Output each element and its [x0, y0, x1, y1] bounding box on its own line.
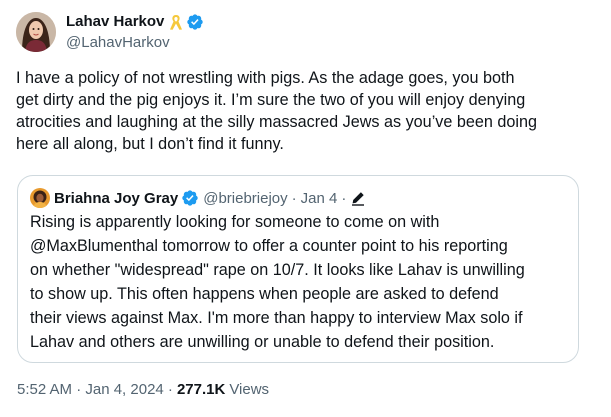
tweet-text: I have a policy of not wrestling with pi… — [16, 69, 537, 153]
author-avatar[interactable] — [16, 12, 56, 52]
views-count: 277.1K — [176, 381, 226, 398]
quoted-author-handle[interactable]: @briebriejoy — [203, 190, 287, 207]
edit-pencil-icon[interactable] — [350, 190, 366, 206]
meta-separator: · — [341, 189, 347, 207]
author-block: Lahav Harkov @LahavHarkov — [66, 12, 204, 53]
views-label: Views — [229, 381, 270, 398]
quoted-author-avatar[interactable] — [30, 188, 50, 208]
meta-separator: · — [291, 189, 297, 207]
tweet-footer: 5:52 AM · Jan 4, 2024 · 277.1K Views — [17, 380, 269, 400]
tweet-card[interactable]: Lahav Harkov @LahavHarkov I have a polic… — [0, 0, 611, 417]
quoted-tweet-text: Rising is apparently looking for someone… — [30, 213, 525, 351]
quoted-date[interactable]: Jan 4 — [301, 190, 338, 207]
verified-badge-icon — [181, 189, 199, 207]
tweet-timestamp[interactable]: 5:52 AM · Jan 4, 2024 · — [17, 380, 173, 400]
yellow-ribbon-icon — [169, 13, 183, 31]
author-name[interactable]: Lahav Harkov — [66, 12, 164, 32]
quoted-author-name[interactable]: Briahna Joy Gray — [54, 190, 178, 207]
quoted-tweet[interactable]: Briahna Joy Gray @briebriejoy · Jan 4 · … — [17, 175, 579, 363]
author-handle[interactable]: @LahavHarkov — [66, 33, 204, 53]
verified-badge-icon — [186, 13, 204, 31]
